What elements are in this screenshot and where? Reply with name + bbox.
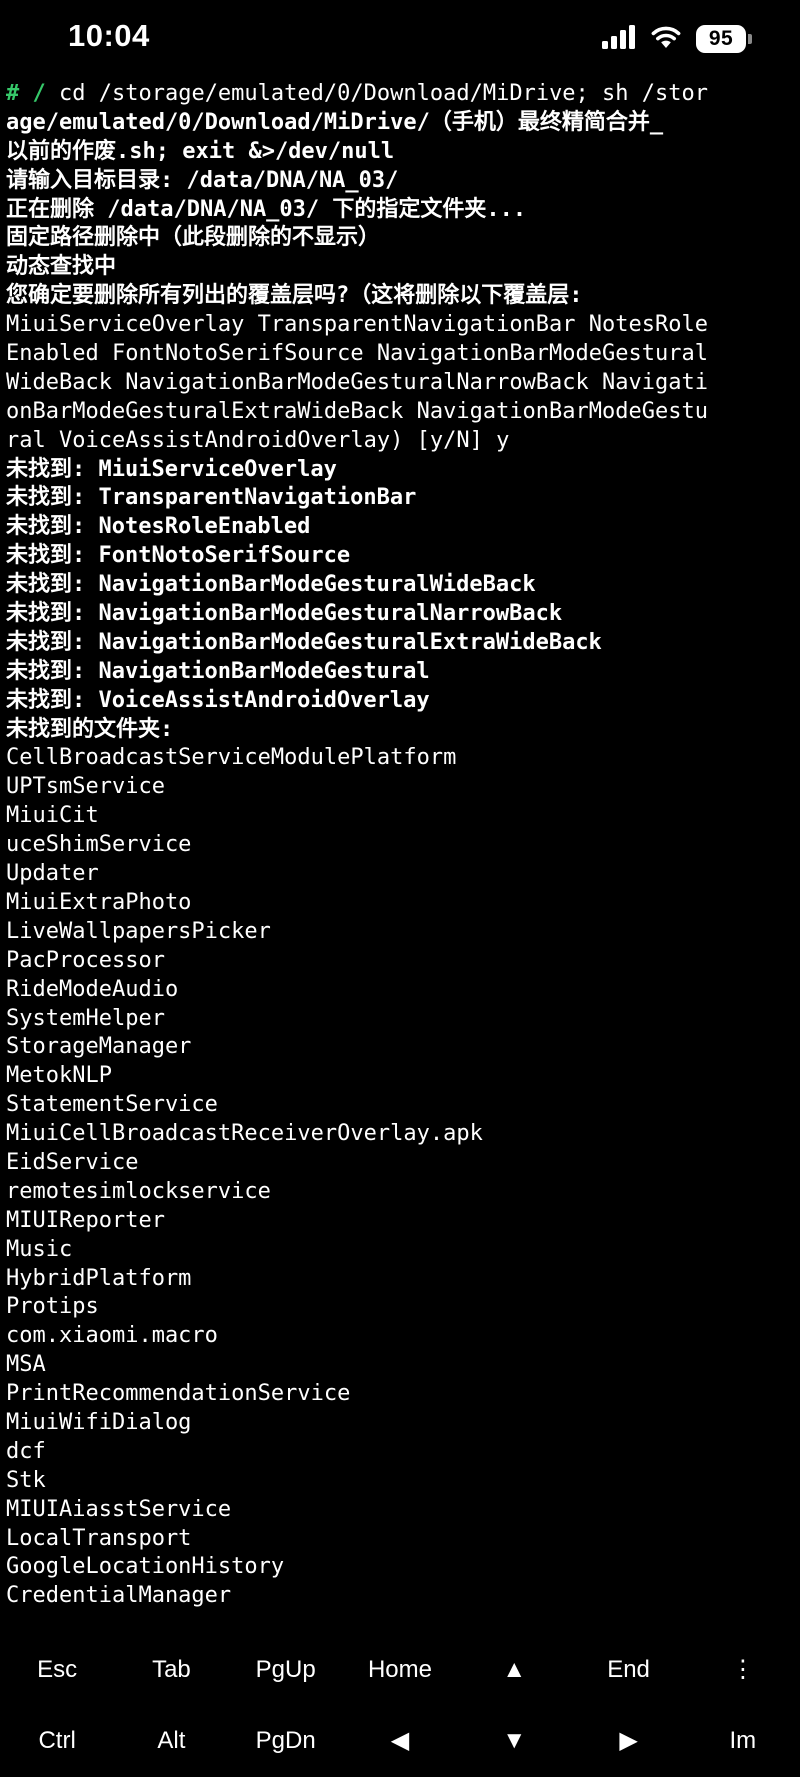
im-key[interactable]: Im [686,1727,800,1755]
terminal-line: 您确定要删除所有列出的覆盖层吗?（这将删除以下覆盖层: [6,283,583,309]
terminal-line: StatementService [6,1092,218,1118]
terminal-line: 固定路径删除中（此段删除的不显示） [6,225,381,251]
terminal-line: Enabled FontNotoSerifSource NavigationBa… [6,341,708,367]
terminal-line: MIUIAiasstService [6,1496,232,1522]
terminal-line: 请输入目标目录: /data/DNA/NA_03/ [6,167,399,193]
terminal-line: 正在删除 /data/DNA/NA_03/ 下的指定文件夹... [6,196,527,222]
terminal-line: 未找到: NavigationBarModeGesturalWideBack [6,572,536,598]
terminal-line: StorageManager [6,1034,192,1060]
terminal-line: MiuiExtraPhoto [6,889,192,915]
terminal-line: WideBack NavigationBarModeGesturalNarrow… [6,369,708,395]
terminal-line: Protips [6,1294,99,1320]
up-arrow-key[interactable]: ▲ [457,1656,571,1684]
more-key[interactable]: ⋮ [686,1655,800,1684]
cellular-signal-icon [602,25,636,53]
terminal-line: 未找到: FontNotoSerifSource [6,543,351,569]
terminal-line: HybridPlatform [6,1265,192,1291]
terminal-line: PrintRecommendationService [6,1381,351,1407]
battery-icon: 95 [696,25,752,53]
terminal-output[interactable]: # / cd /storage/emulated/0/Download/MiDr… [6,80,794,1610]
command-text: cd /storage/emulated/0/Download/MiDrive;… [45,81,709,106]
terminal-line: LocalTransport [6,1525,192,1551]
esc-key[interactable]: Esc [0,1656,114,1684]
alt-key[interactable]: Alt [114,1727,228,1755]
extra-keys-row-1: Esc Tab PgUp Home ▲ End ⋮ [0,1634,800,1705]
terminal-line: 未找到: TransparentNavigationBar [6,485,417,511]
terminal-line: MiuiCellBroadcastReceiverOverlay.apk [6,1121,483,1147]
terminal-line: MSA [6,1352,46,1378]
status-bar: 10:04 95 [0,0,800,80]
home-key[interactable]: Home [343,1656,457,1684]
terminal-line: 未找到: NavigationBarModeGestural [6,658,430,684]
terminal-line: EidService [6,1149,139,1175]
battery-tip [748,34,752,44]
terminal-line: dcf [6,1438,46,1464]
tab-key[interactable]: Tab [114,1656,228,1684]
terminal-line: Music [6,1236,73,1262]
terminal-line: age/emulated/0/Download/MiDrive/（手机）最终精简… [6,109,664,135]
ctrl-key[interactable]: Ctrl [0,1727,114,1755]
left-arrow-key[interactable]: ◀ [343,1726,457,1755]
terminal-line: 未找到: MiuiServiceOverlay [6,456,337,482]
down-arrow-key[interactable]: ▼ [457,1727,571,1755]
terminal-line: PacProcessor [6,947,165,973]
terminal-line: MetokNLP [6,1063,112,1089]
terminal-line: ral VoiceAssistAndroidOverlay) [y/N] y [6,427,510,453]
terminal-line: 未找到: NotesRoleEnabled [6,514,311,540]
terminal-line: 未找到的文件夹: [6,716,174,742]
pgup-key[interactable]: PgUp [229,1656,343,1684]
terminal-line: Updater [6,861,99,887]
right-arrow-key[interactable]: ▶ [571,1726,685,1755]
battery-level: 95 [696,25,746,53]
end-key[interactable]: End [571,1656,685,1684]
status-clock: 10:04 [68,18,150,53]
terminal-line: SystemHelper [6,1005,165,1031]
terminal-line: MIUIReporter [6,1207,165,1233]
extra-keys-bar: Esc Tab PgUp Home ▲ End ⋮ Ctrl Alt PgDn ◀ ▼ ▶ Im [0,1634,800,1777]
terminal-line: MiuiCit [6,803,99,829]
terminal-line: 以前的作废.sh; exit &>/dev/null [6,138,395,164]
extra-keys-row-2: Ctrl Alt PgDn ◀ ▼ ▶ Im [0,1705,800,1776]
terminal-line: remotesimlockservice [6,1178,271,1204]
shell-prompt: # / [6,81,46,106]
terminal-line: Stk [6,1467,46,1493]
terminal-line: 未找到: NavigationBarModeGesturalNarrowBack [6,601,563,627]
terminal-line: GoogleLocationHistory [6,1554,285,1580]
wifi-icon [650,25,682,53]
terminal-line: RideModeAudio [6,976,179,1002]
status-icons: 95 [602,24,752,54]
terminal-line: MiuiWifiDialog [6,1409,192,1435]
terminal-line: UPTsmService [6,774,165,800]
terminal-line: uceShimService [6,832,192,858]
pgdn-key[interactable]: PgDn [229,1727,343,1755]
terminal-line: 未找到: VoiceAssistAndroidOverlay [6,687,430,713]
terminal-line: # / cd /storage/emulated/0/Download/MiDr… [6,80,794,109]
terminal-line: CredentialManager [6,1583,232,1609]
terminal-line: 动态查找中 [6,254,117,280]
terminal-line: MiuiServiceOverlay TransparentNavigation… [6,312,708,338]
terminal-line: 未找到: NavigationBarModeGesturalExtraWideB… [6,629,602,655]
terminal-line: LiveWallpapersPicker [6,918,271,944]
terminal-line: CellBroadcastServiceModulePlatform [6,745,457,771]
terminal-line: com.xiaomi.macro [6,1323,218,1349]
terminal-line: onBarModeGesturalExtraWideBack Navigatio… [6,398,708,424]
